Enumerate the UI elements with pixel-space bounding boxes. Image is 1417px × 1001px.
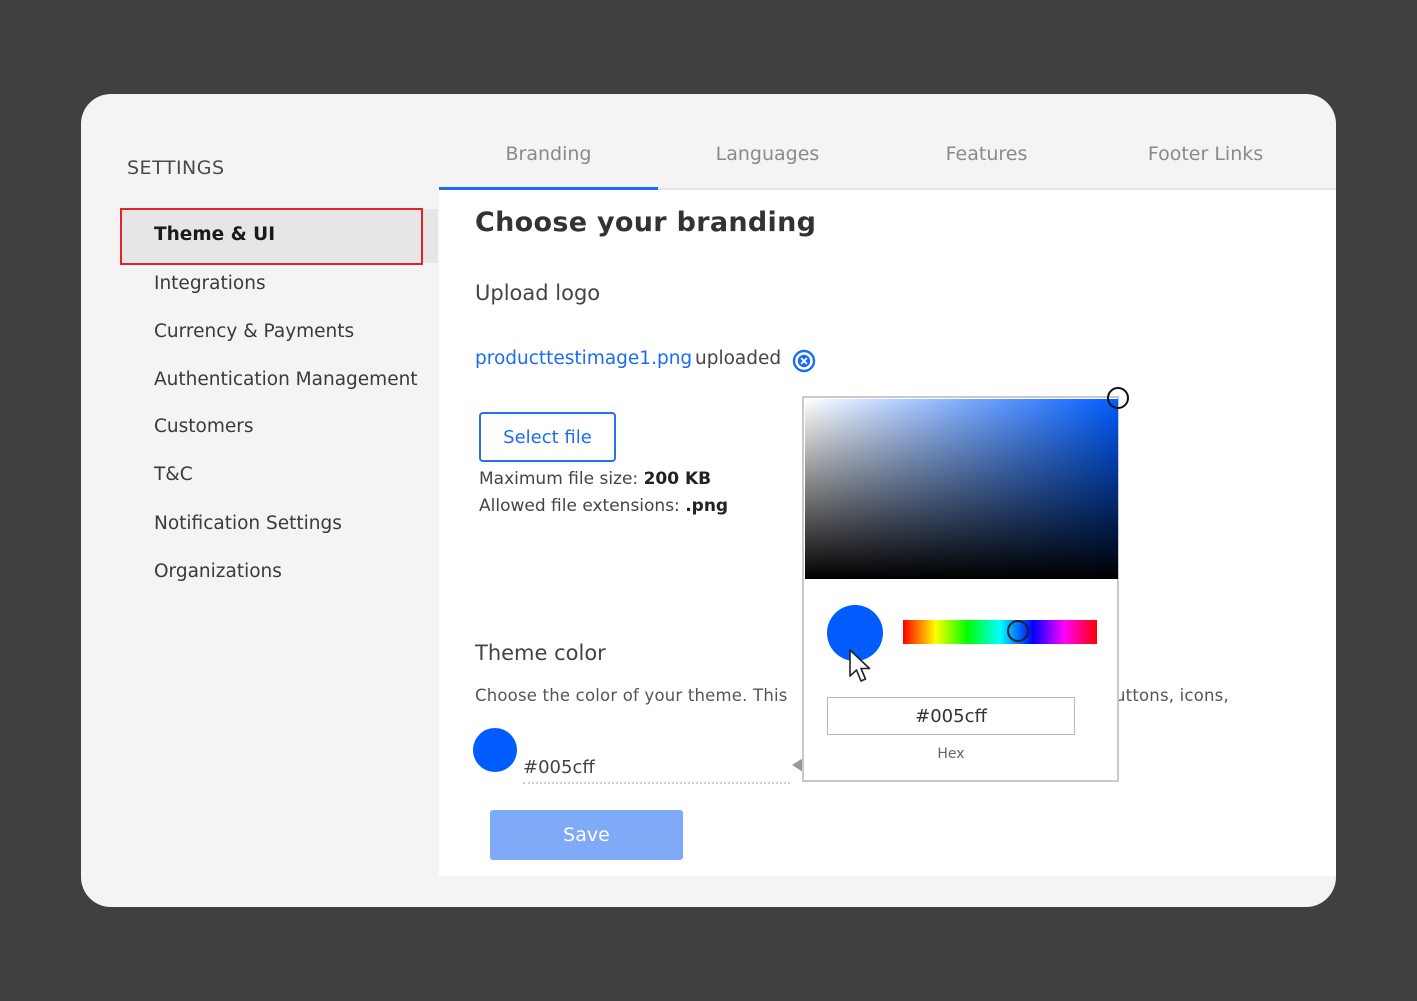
saturation-value-area[interactable]: [805, 399, 1118, 579]
hue-slider[interactable]: [903, 620, 1097, 644]
settings-card: SETTINGS Theme & UI Integrations Currenc…: [81, 94, 1336, 907]
max-size-value: 200 KB: [643, 469, 712, 489]
tab-footer-links[interactable]: Footer Links: [1096, 143, 1315, 165]
saturation-handle[interactable]: [1107, 387, 1129, 409]
sidebar-item-tc[interactable]: T&C: [154, 464, 193, 485]
upload-logo-heading: Upload logo: [475, 281, 601, 305]
page-title: Choose your branding: [475, 207, 817, 238]
select-file-button[interactable]: Select file: [479, 412, 616, 462]
sidebar-item-customers[interactable]: Customers: [154, 416, 254, 437]
save-button[interactable]: Save: [490, 810, 683, 860]
tab-branding[interactable]: Branding: [439, 143, 658, 165]
color-picker-popup: Hex: [802, 396, 1119, 782]
allowed-extensions: Allowed file extensions: .png: [479, 496, 728, 516]
tab-languages[interactable]: Languages: [658, 143, 877, 165]
theme-color-heading: Theme color: [475, 641, 606, 665]
mouse-pointer-icon: [849, 649, 871, 682]
max-size-label: Maximum file size:: [479, 469, 639, 489]
theme-description: Choose the color of your theme. This: [475, 686, 788, 705]
upload-status: uploaded: [695, 348, 782, 369]
theme-color-swatch[interactable]: [473, 728, 517, 772]
sidebar-item-theme-ui[interactable]: Theme & UI: [154, 224, 275, 245]
extensions-value: .png: [685, 496, 729, 516]
theme-hex-input[interactable]: [523, 752, 790, 784]
max-file-size: Maximum file size: 200 KB: [479, 469, 711, 489]
close-circle-icon[interactable]: [792, 349, 816, 373]
tab-features[interactable]: Features: [877, 143, 1096, 165]
hex-label: Hex: [937, 746, 965, 762]
picker-hex-input[interactable]: [827, 697, 1075, 735]
sidebar-item-authentication-management[interactable]: Authentication Management: [154, 369, 418, 390]
sidebar-item-notification-settings[interactable]: Notification Settings: [154, 513, 342, 534]
extensions-label: Allowed file extensions:: [479, 496, 680, 516]
theme-description-end: uttons, icons,: [1115, 686, 1229, 705]
settings-heading: SETTINGS: [127, 157, 225, 179]
sidebar-item-currency-payments[interactable]: Currency & Payments: [154, 321, 354, 342]
sidebar-item-organizations[interactable]: Organizations: [154, 561, 282, 582]
sidebar-item-integrations[interactable]: Integrations: [154, 273, 266, 294]
uploaded-file-link[interactable]: producttestimage1.png: [475, 348, 692, 369]
